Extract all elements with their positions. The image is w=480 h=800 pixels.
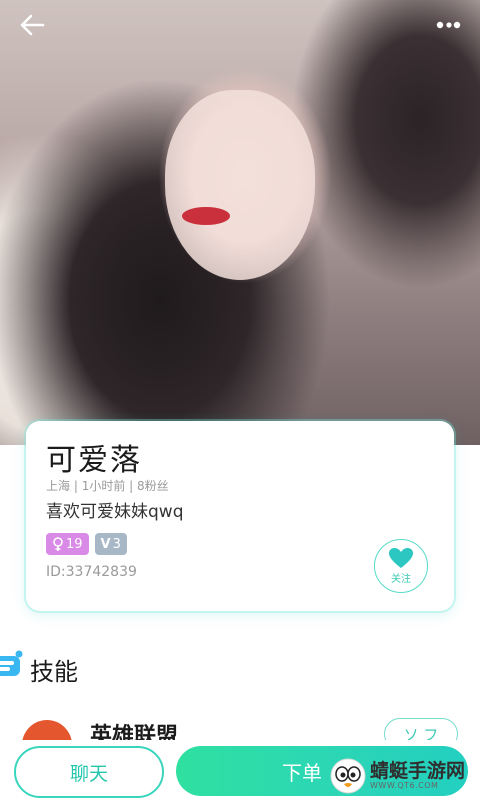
profile-meta: 上海 | 1小时前 | 8粉丝 — [46, 479, 169, 493]
follow-button[interactable]: 关注 — [374, 539, 428, 593]
profile-bio: 喜欢可爱妹妹qwq — [46, 502, 184, 522]
watermark: 蜻蜓手游网 WWW.QT6.COM — [330, 755, 480, 797]
profile-tags: 19 V 3 — [46, 533, 127, 555]
chat-button[interactable]: 聊天 — [14, 746, 164, 798]
photo-face — [165, 90, 315, 280]
vip-letter: V — [100, 536, 111, 552]
profile-card: 可爱落 上海 | 1小时前 | 8粉丝 喜欢可爱妹妹qwq 19 V 3 ID:… — [26, 421, 454, 611]
back-button[interactable] — [10, 8, 54, 42]
watermark-brand: 蜻蜓手游网 — [370, 760, 466, 782]
more-button[interactable] — [426, 8, 470, 42]
profile-fans: 8粉丝 — [137, 479, 169, 493]
order-label: 下单 — [282, 760, 322, 785]
gender-age-badge: 19 — [46, 533, 89, 555]
vip-badge: V 3 — [94, 533, 127, 555]
profile-last-active: 1小时前 — [81, 479, 126, 493]
profile-photo — [0, 0, 480, 445]
heart-icon — [389, 548, 413, 568]
more-dots-icon — [436, 21, 461, 29]
dragonfly-logo-icon — [330, 758, 366, 794]
skill-icon — [0, 650, 23, 676]
female-icon — [53, 536, 63, 551]
watermark-url: WWW.QT6.COM — [370, 781, 439, 790]
profile-name: 可爱落 — [46, 443, 142, 478]
arrow-left-icon — [20, 14, 45, 36]
photo-lips — [182, 207, 230, 225]
vip-level: 3 — [112, 536, 121, 552]
section-title: 技能 — [30, 658, 78, 686]
profile-location: 上海 — [46, 479, 71, 493]
user-id: ID:33742839 — [46, 564, 137, 580]
follow-label: 关注 — [391, 574, 411, 585]
